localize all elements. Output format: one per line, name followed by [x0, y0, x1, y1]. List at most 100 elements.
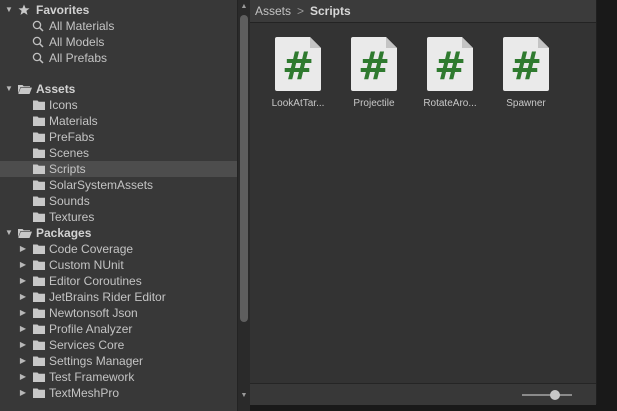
open-folder-icon	[18, 228, 32, 238]
expand-arrow-icon[interactable]: ▼	[4, 225, 14, 241]
favorites-header[interactable]: ▼ Favorites	[0, 2, 237, 18]
folder-icon	[33, 356, 45, 366]
search-icon	[32, 36, 44, 48]
folder-item-solarsystemassets[interactable]: SolarSystemAssets	[0, 177, 237, 193]
packages-header[interactable]: ▼ Packages	[0, 225, 237, 241]
expand-arrow-icon[interactable]: ▼	[4, 2, 14, 18]
package-label: Code Coverage	[49, 242, 134, 256]
asset-item-lookattarget[interactable]: # LookAtTar...	[260, 36, 336, 116]
collapsed-arrow-icon[interactable]: ▶	[18, 305, 28, 321]
package-item-jetbrains-rider-editor[interactable]: ▶ JetBrains Rider Editor	[0, 289, 237, 305]
package-item-code-coverage[interactable]: ▶ Code Coverage	[0, 241, 237, 257]
folder-icon	[33, 212, 45, 222]
collapsed-arrow-icon[interactable]: ▶	[18, 321, 28, 337]
folder-icon	[33, 260, 45, 270]
folder-label: Textures	[49, 210, 95, 224]
folder-item-scenes[interactable]: Scenes	[0, 145, 237, 161]
csharp-script-icon: #	[350, 36, 398, 92]
asset-item-projectile[interactable]: # Projectile	[336, 36, 412, 116]
package-label: Profile Analyzer	[49, 322, 133, 336]
folder-item-sounds[interactable]: Sounds	[0, 193, 237, 209]
package-label: JetBrains Rider Editor	[49, 290, 166, 304]
csharp-script-icon: #	[502, 36, 550, 92]
collapsed-arrow-icon[interactable]: ▶	[18, 257, 28, 273]
folder-item-textures[interactable]: Textures	[0, 209, 237, 225]
assets-label: Assets	[36, 82, 76, 96]
folder-icon	[33, 324, 45, 334]
package-item-newtonsoft-json[interactable]: ▶ Newtonsoft Json	[0, 305, 237, 321]
scroll-down-arrow-icon[interactable]: ▼	[238, 391, 250, 401]
asset-name: Projectile	[353, 98, 395, 109]
package-item-test-framework[interactable]: ▶ Test Framework	[0, 369, 237, 385]
package-item-settings-manager[interactable]: ▶ Settings Manager	[0, 353, 237, 369]
breadcrumb-separator: >	[297, 4, 305, 18]
star-icon	[18, 4, 30, 15]
folder-icon	[33, 132, 45, 142]
favorites-label: Favorites	[36, 3, 90, 17]
favorite-item-label: All Models	[49, 35, 105, 49]
scroll-up-arrow-icon[interactable]: ▲	[238, 2, 250, 12]
collapsed-arrow-icon[interactable]: ▶	[18, 241, 28, 257]
expand-arrow-icon[interactable]: ▼	[4, 81, 14, 97]
folder-icon	[33, 100, 45, 110]
folder-icon	[33, 276, 45, 286]
folder-icon	[33, 244, 45, 254]
svg-text:#: #	[282, 44, 314, 88]
icon-size-slider-thumb[interactable]	[550, 390, 560, 400]
icon-size-slider-track[interactable]	[522, 394, 572, 396]
folder-item-materials[interactable]: Materials	[0, 113, 237, 129]
package-label: Editor Coroutines	[49, 274, 142, 288]
asset-name: RotateAro...	[423, 98, 477, 109]
package-item-services-core[interactable]: ▶ Services Core	[0, 337, 237, 353]
package-label: Test Framework	[49, 370, 135, 384]
package-label: Custom NUnit	[49, 258, 124, 272]
folder-label: SolarSystemAssets	[49, 178, 154, 192]
package-item-textmeshpro[interactable]: ▶ TextMeshPro	[0, 385, 237, 401]
project-tree-panel: ▼ Favorites All Materials All Models All…	[0, 0, 237, 411]
csharp-script-icon: #	[426, 36, 474, 92]
package-item-profile-analyzer[interactable]: ▶ Profile Analyzer	[0, 321, 237, 337]
folder-item-prefabs[interactable]: PreFabs	[0, 129, 237, 145]
folder-item-icons[interactable]: Icons	[0, 97, 237, 113]
asset-name: Spawner	[506, 98, 546, 109]
favorite-item-all-materials[interactable]: All Materials	[0, 18, 237, 34]
folder-item-scripts[interactable]: Scripts	[0, 161, 237, 177]
search-icon	[32, 20, 44, 32]
folder-icon	[33, 292, 45, 302]
svg-text:#: #	[510, 44, 542, 88]
collapsed-arrow-icon[interactable]: ▶	[18, 353, 28, 369]
open-folder-icon	[18, 84, 32, 94]
asset-name: LookAtTar...	[271, 98, 325, 109]
favorite-item-label: All Prefabs	[49, 51, 108, 65]
folder-icon	[33, 388, 45, 398]
svg-text:#: #	[434, 44, 466, 88]
folder-label: Materials	[49, 114, 98, 128]
collapsed-arrow-icon[interactable]: ▶	[18, 273, 28, 289]
asset-item-spawner[interactable]: # Spawner	[488, 36, 564, 116]
breadcrumb-assets[interactable]: Assets	[255, 0, 291, 22]
package-label: TextMeshPro	[49, 386, 120, 400]
collapsed-arrow-icon[interactable]: ▶	[18, 369, 28, 385]
packages-label: Packages	[36, 226, 92, 240]
svg-text:#: #	[358, 44, 390, 88]
package-item-editor-coroutines[interactable]: ▶ Editor Coroutines	[0, 273, 237, 289]
asset-item-rotatearound[interactable]: # RotateAro...	[412, 36, 488, 116]
favorite-item-all-prefabs[interactable]: All Prefabs	[0, 50, 237, 66]
folder-icon	[33, 340, 45, 350]
asset-browser-panel: Assets > Scripts # LookAtTar... # Projec…	[250, 0, 597, 405]
favorite-item-all-models[interactable]: All Models	[0, 34, 237, 50]
breadcrumb-scripts[interactable]: Scripts	[310, 0, 351, 22]
breadcrumb: Assets > Scripts	[250, 0, 596, 23]
folder-label: Scripts	[49, 162, 86, 176]
search-icon	[32, 52, 44, 64]
folder-icon	[33, 308, 45, 318]
scrollbar-thumb[interactable]	[240, 15, 248, 322]
package-item-custom-nunit[interactable]: ▶ Custom NUnit	[0, 257, 237, 273]
folder-icon	[33, 164, 45, 174]
collapsed-arrow-icon[interactable]: ▶	[18, 385, 28, 401]
assets-header[interactable]: ▼ Assets	[0, 81, 237, 97]
tree-scrollbar[interactable]: ▲ ▼	[238, 0, 250, 411]
collapsed-arrow-icon[interactable]: ▶	[18, 337, 28, 353]
collapsed-arrow-icon[interactable]: ▶	[18, 289, 28, 305]
folder-icon	[33, 148, 45, 158]
